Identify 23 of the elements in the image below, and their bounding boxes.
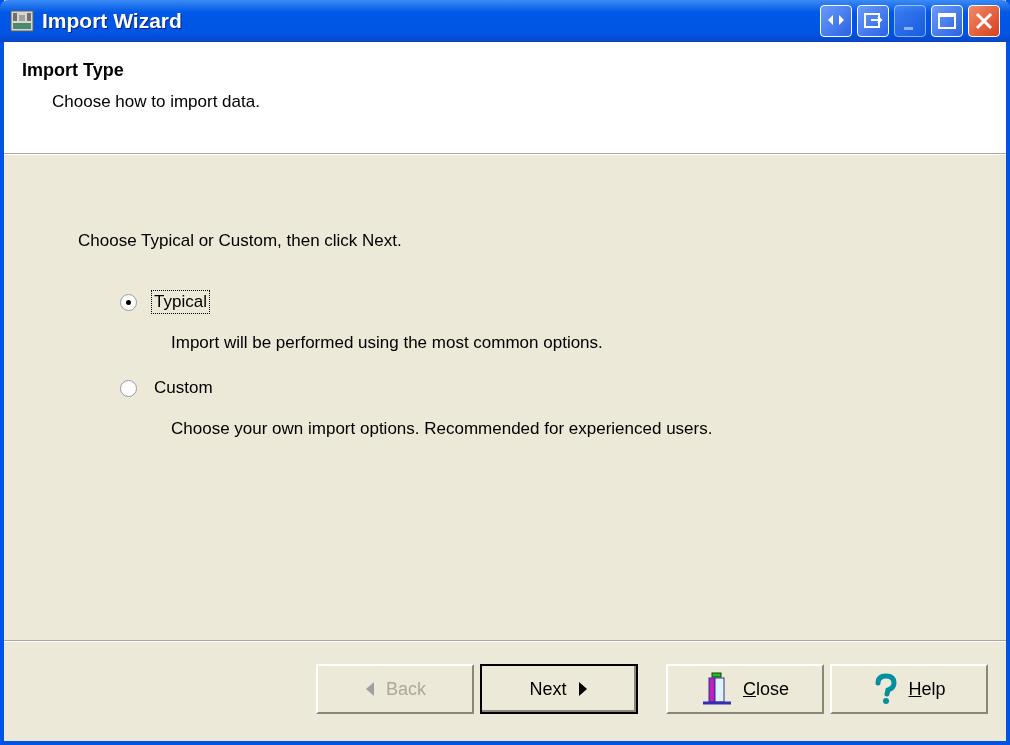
header-title: Import Type: [22, 60, 125, 81]
instruction-text: Choose Typical or Custom, then click Next.: [78, 231, 403, 251]
option-label[interactable]: Custom: [151, 376, 216, 400]
door-figure-icon: [701, 672, 733, 706]
left-arrow-icon: [364, 680, 376, 698]
close-button[interactable]: [968, 5, 1000, 37]
window-title: Import Wizard: [42, 9, 182, 33]
option-description: Import will be performed using the most common options.: [171, 333, 604, 353]
next-button[interactable]: Next: [480, 664, 638, 714]
close-button[interactable]: Close: [666, 664, 824, 714]
radio-button[interactable]: [120, 379, 137, 397]
option-description: Choose your own import options. Recommended for experienced users.: [171, 419, 714, 439]
maximize-button[interactable]: [931, 5, 963, 37]
app-icon: [10, 10, 34, 32]
header-subtitle: Choose how to import data.: [52, 92, 261, 112]
right-arrow-icon: [576, 680, 589, 698]
radio-button[interactable]: [120, 293, 137, 311]
option-label[interactable]: Typical: [151, 290, 210, 314]
help-button[interactable]: Help: [830, 664, 988, 714]
exit-button[interactable]: [857, 5, 889, 37]
arrows-button[interactable]: [820, 5, 852, 37]
maximize-icon: [935, 10, 959, 32]
minimize-icon: [903, 26, 913, 30]
